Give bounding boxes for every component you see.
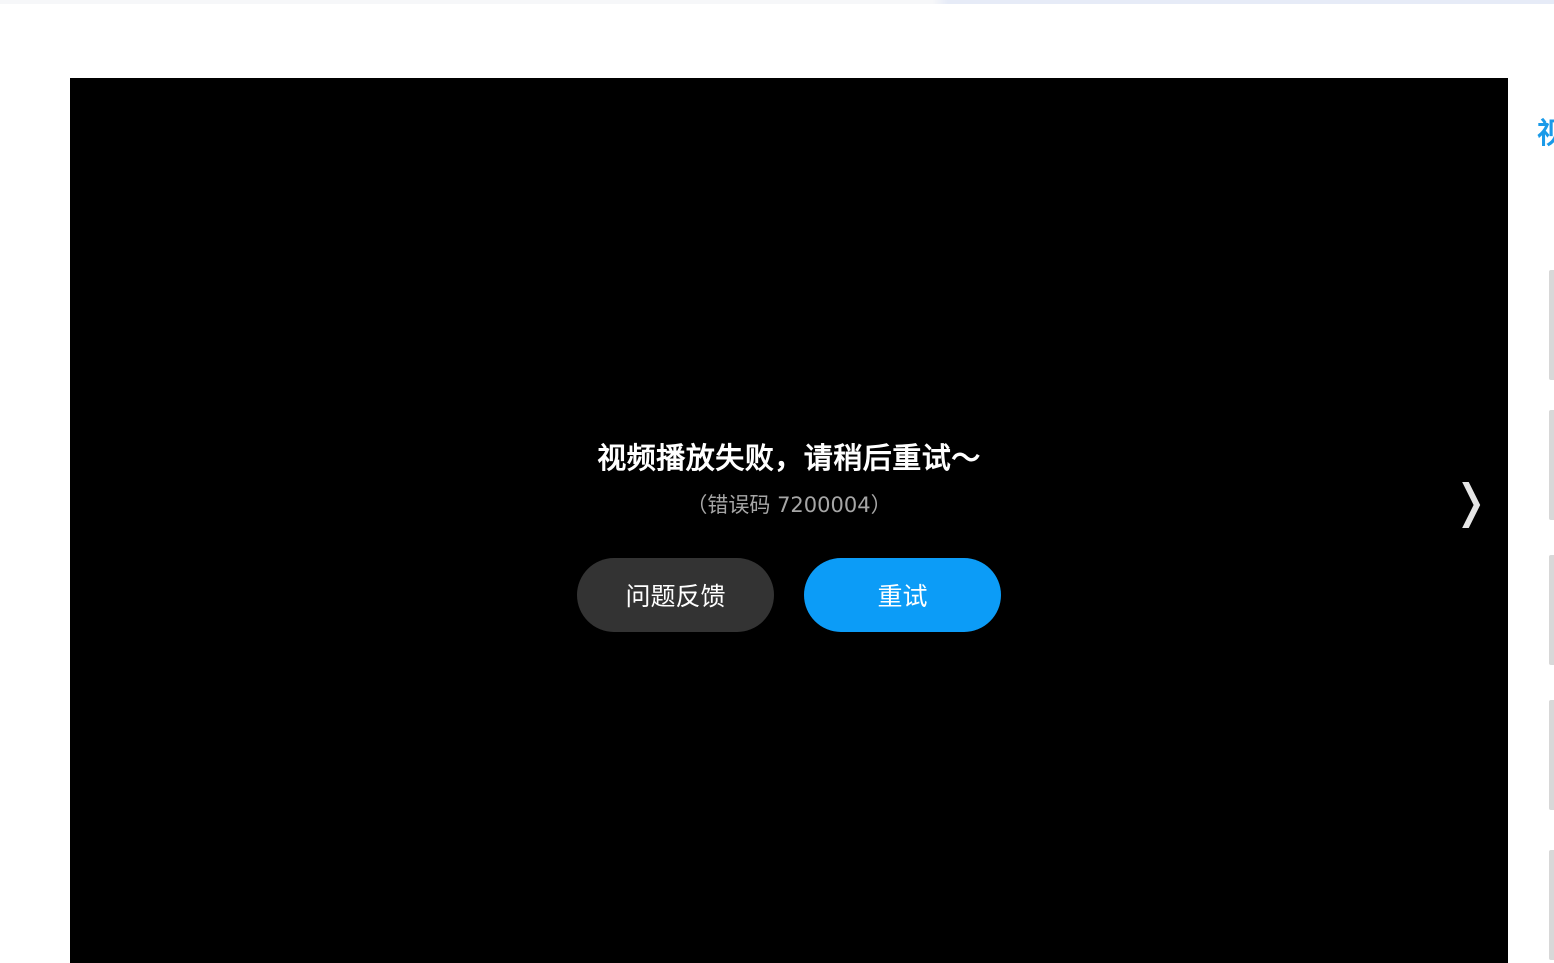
- sidebar-thumbnail[interactable]: [1549, 850, 1554, 960]
- sidebar-thumbnail[interactable]: [1549, 700, 1554, 810]
- sidebar-thumbnail[interactable]: [1549, 410, 1554, 520]
- error-code: （错误码 7200004）: [686, 493, 892, 517]
- chevron-right-icon[interactable]: ❭: [1451, 478, 1490, 524]
- video-player[interactable]: 视频播放失败，请稍后重试～ （错误码 7200004） 问题反馈 重试 ❭: [70, 78, 1508, 963]
- sidebar-thumbnail[interactable]: [1549, 555, 1554, 665]
- error-panel: 视频播放失败，请稍后重试～ （错误码 7200004） 问题反馈 重试: [70, 438, 1508, 632]
- error-actions: 问题反馈 重试: [70, 558, 1508, 632]
- sidebar-thumbnails: [1549, 210, 1554, 963]
- top-bar: [0, 0, 1554, 4]
- sidebar-thumbnail[interactable]: [1549, 270, 1554, 380]
- feedback-button[interactable]: 问题反馈: [577, 558, 774, 632]
- retry-button[interactable]: 重试: [804, 558, 1001, 632]
- sidebar-title: 视: [1537, 116, 1554, 150]
- error-title: 视频播放失败，请稍后重试～: [597, 441, 981, 475]
